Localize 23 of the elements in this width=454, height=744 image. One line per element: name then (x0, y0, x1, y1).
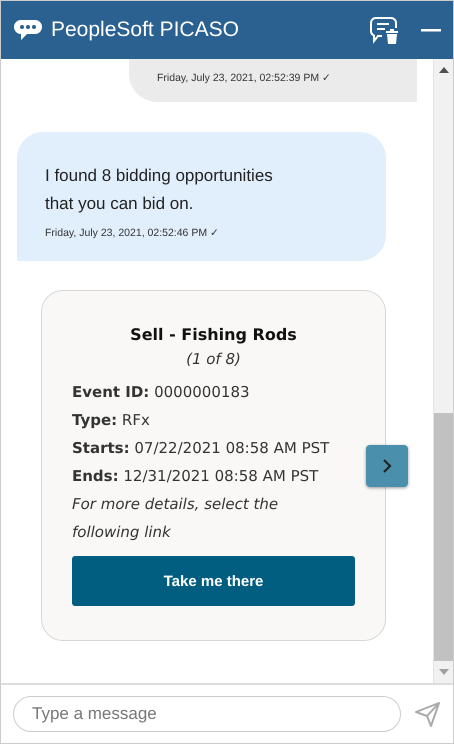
scrollbar[interactable] (433, 59, 453, 683)
chevron-right-icon (381, 458, 393, 474)
timestamp: Friday, July 23, 2021, 02:52:39 PM ✓ (157, 71, 332, 84)
next-button[interactable] (366, 444, 408, 486)
clear-chat-button[interactable] (369, 15, 401, 45)
minimize-button[interactable] (421, 28, 441, 32)
scroll-down-icon[interactable] (438, 669, 448, 675)
message-text: I found 8 bidding opportunities that you can bid on. (45, 165, 274, 215)
field-row-text: Event ID: 0000000183 (72, 382, 251, 403)
field-row-text: Starts: 07/22/2021 08:58 AM PST (72, 438, 330, 459)
card-note: For more details, select the following link (72, 494, 280, 543)
field-row-text: Ends: 12/31/2021 08:58 AM PST (72, 466, 320, 487)
scroll-up-icon[interactable] (438, 67, 448, 73)
chat-icon (13, 18, 43, 42)
field-row-text: Type: RFx (72, 410, 151, 431)
timestamp: Friday, July 23, 2021, 02:52:46 PM ✓ (45, 226, 220, 239)
send-button[interactable] (413, 700, 441, 728)
take-me-there-button[interactable]: Take me there (72, 556, 355, 606)
message-input[interactable]: Type a message (13, 696, 401, 732)
card-title: Sell - Fishing Rods (129, 325, 298, 344)
card-subtitle: (1 of 8) (185, 350, 242, 368)
window-title: PeopleSoft PICASO (51, 18, 240, 42)
scroll-thumb[interactable] (434, 413, 453, 661)
